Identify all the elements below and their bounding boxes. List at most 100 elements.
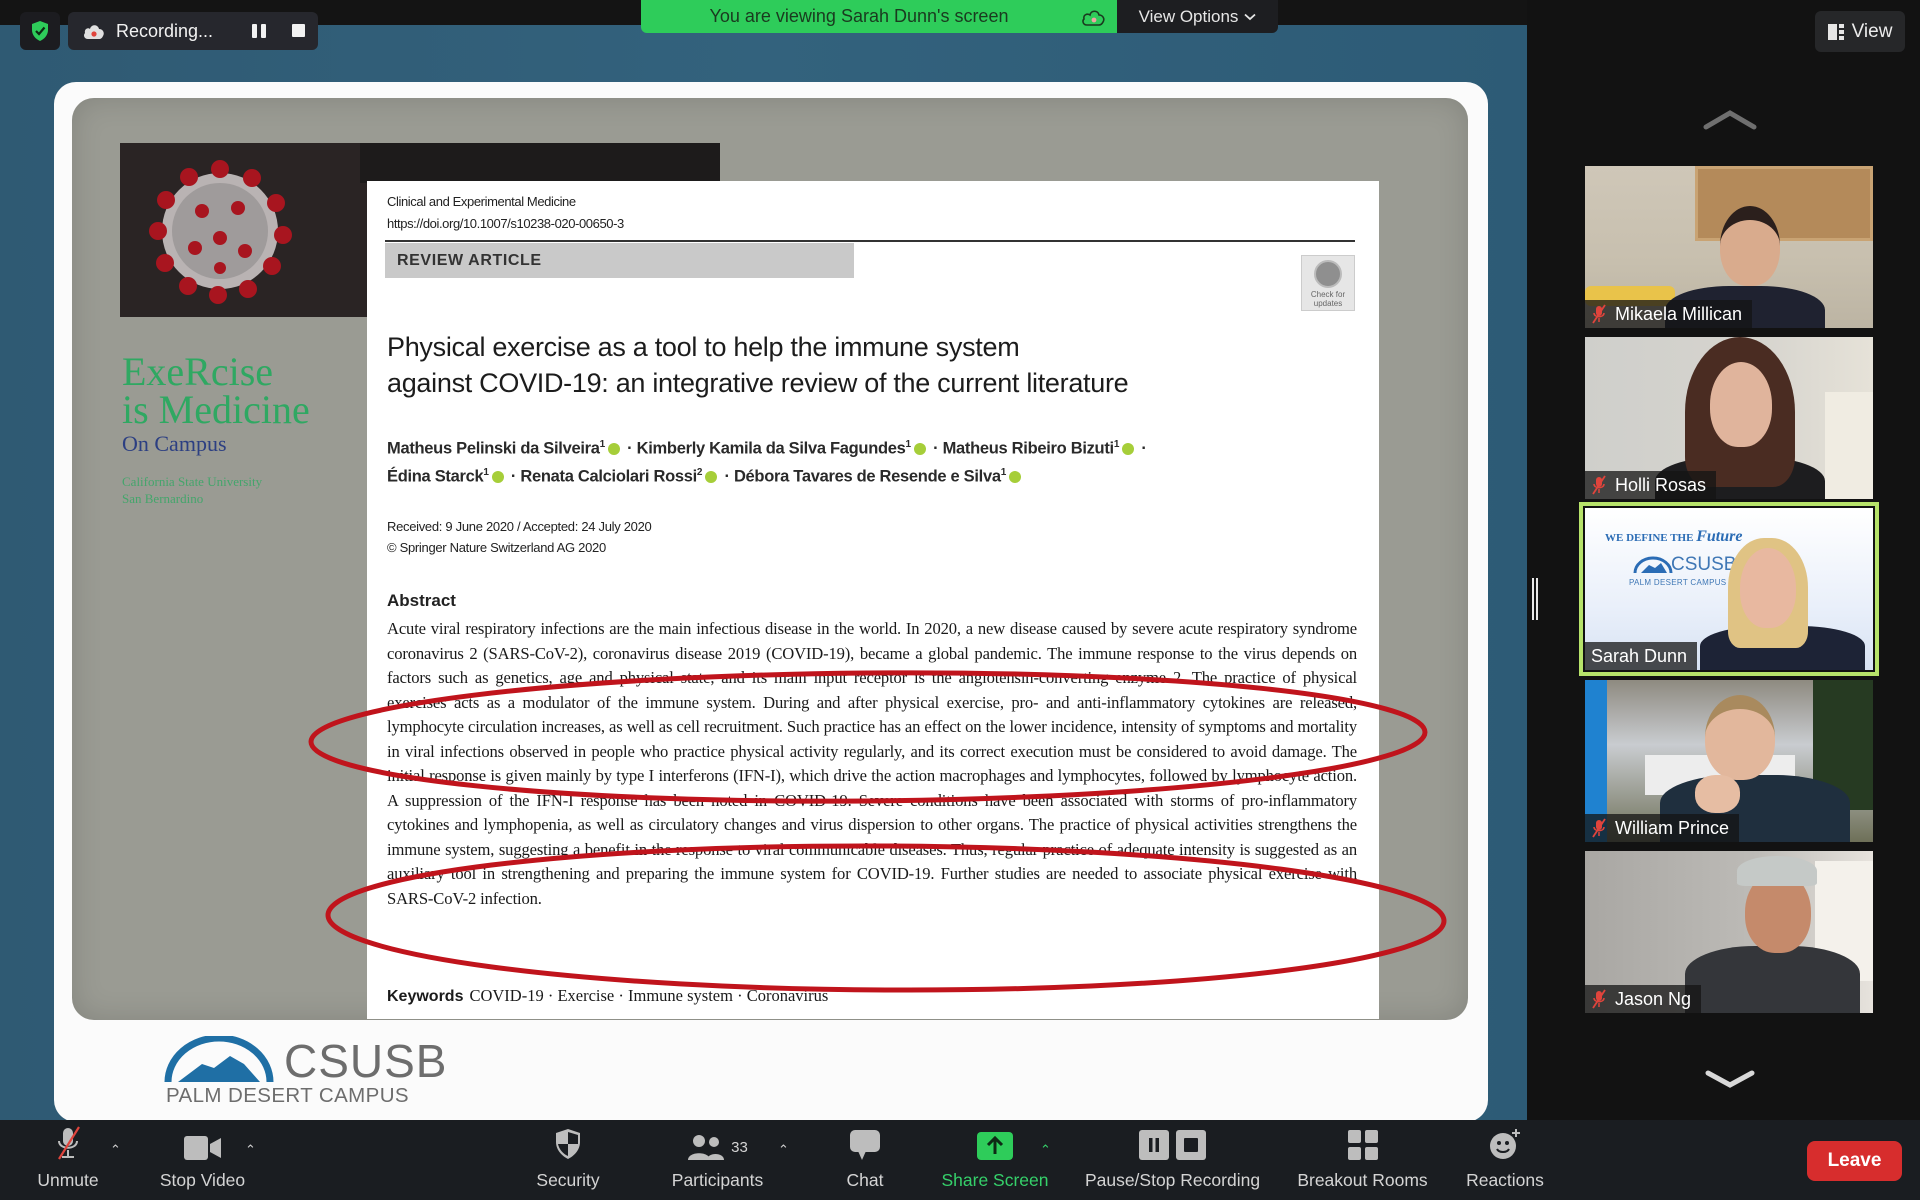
breakout-rooms-button[interactable]: Breakout Rooms [1290, 1120, 1435, 1200]
participant-tile[interactable]: Jason Ng [1585, 851, 1873, 1013]
pause-recording-button[interactable] [252, 24, 266, 38]
palm-desert-campus-text: PALM DESERT CAMPUS [166, 1084, 410, 1107]
copyright: © Springer Nature Switzerland AG 2020 [387, 540, 606, 555]
slide-content-area: ExeRcise is Medicine On Campus Californi… [72, 98, 1468, 1020]
keywords: Keywords COVID-19 · Exercise · Immune sys… [387, 986, 828, 1006]
security-shield-icon [556, 1129, 580, 1159]
video-options-caret[interactable]: ⌃ [245, 1142, 256, 1158]
encryption-shield-button[interactable] [20, 12, 60, 50]
view-options-label: View Options [1138, 6, 1239, 26]
participant-name-tag: William Prince [1585, 814, 1740, 842]
author-list: Matheus Pelinski da Silveira1 · Kimberly… [387, 439, 1147, 485]
stop-video-button[interactable]: Stop Video [150, 1120, 255, 1200]
participants-button[interactable]: 33 Participants [660, 1120, 775, 1200]
muted-mic-icon [1592, 989, 1606, 1009]
article-type-tag: REVIEW ARTICLE [385, 243, 854, 278]
scroll-down-chevron-icon[interactable] [1700, 1065, 1760, 1095]
chat-bubble-icon [850, 1130, 880, 1160]
check-updates-icon [1314, 260, 1342, 288]
future-text: Future [1696, 528, 1743, 545]
shield-check-icon [32, 21, 48, 41]
participants-options-caret[interactable]: ⌃ [778, 1142, 789, 1158]
presentation-slide: ExeRcise is Medicine On Campus Californi… [54, 82, 1488, 1122]
received-accepted: Received: 9 June 2020 / Accepted: 24 Jul… [387, 519, 652, 534]
muted-mic-icon [58, 1126, 80, 1160]
eim-subtitle: On Campus [122, 431, 227, 456]
reactions-button[interactable]: Reactions [1460, 1120, 1550, 1200]
paper-title: Physical exercise as a tool to help the … [387, 332, 1129, 398]
author: Matheus Pelinski da Silveira [387, 439, 600, 458]
orcid-icon [607, 443, 620, 456]
author: Kimberly Kamila da Silva Fagundes [636, 439, 906, 458]
chevron-down-icon [1244, 13, 1257, 20]
csusb-palm-desert-logo: CSUSB PALM DESERT CAMPUS [164, 1032, 446, 1107]
scroll-up-chevron-icon[interactable] [1700, 105, 1760, 135]
eim-university-line2: San Bernardino [122, 491, 204, 506]
doi-link: https://doi.org/10.1007/s10238-020-00650… [387, 216, 624, 231]
participant-tile[interactable]: Mikaela Millican [1585, 166, 1873, 328]
audio-options-caret[interactable]: ⌃ [110, 1142, 121, 1158]
breakout-rooms-label: Breakout Rooms [1297, 1170, 1428, 1190]
stop-recording-button[interactable] [292, 24, 305, 37]
author: Débora Tavares de Resende e Silva [733, 467, 1001, 485]
campus-background-text: PALM DESERT CAMPUS [1629, 578, 1727, 587]
view-options-dropdown[interactable]: View Options [1117, 0, 1278, 33]
video-camera-icon [183, 1136, 221, 1160]
publication-dates: Received: 9 June 2020 / Accepted: 24 Jul… [387, 516, 652, 558]
participant-name: William Prince [1615, 817, 1730, 838]
participants-icon [688, 1135, 725, 1160]
participant-tile[interactable]: Holli Rosas [1585, 337, 1873, 499]
unmute-label: Unmute [37, 1170, 99, 1190]
muted-mic-icon [1592, 818, 1606, 838]
participant-name: Holli Rosas [1615, 474, 1707, 495]
view-layout-button[interactable]: View [1815, 11, 1905, 52]
eim-title-line2: is Medicine [122, 387, 310, 432]
security-label: Security [536, 1170, 600, 1190]
participant-name-tag: Mikaela Millican [1585, 300, 1753, 328]
participants-label: Participants [671, 1170, 764, 1190]
unmute-button[interactable]: Unmute [28, 1120, 108, 1200]
pause-stop-icon [1138, 1130, 1206, 1160]
reactions-label: Reactions [1466, 1170, 1544, 1190]
participant-name-tag: Sarah Dunn [1585, 642, 1698, 670]
share-screen-label: Share Screen [941, 1170, 1049, 1190]
pause-stop-recording-button[interactable]: Pause/Stop Recording [1075, 1120, 1270, 1200]
viewing-screen-banner: You are viewing Sarah Dunn's screen [641, 0, 1117, 33]
virus-illustration [149, 160, 292, 304]
recording-label: Recording... [116, 20, 214, 41]
security-button[interactable]: Security [528, 1120, 608, 1200]
mountain-arch-icon [164, 1036, 274, 1083]
muted-mic-icon [1592, 475, 1606, 495]
keywords-list: COVID-19 · Exercise · Immune system · Co… [469, 986, 829, 1005]
participant-name-tag: Holli Rosas [1585, 471, 1717, 499]
share-screen-button[interactable]: Share Screen [935, 1120, 1055, 1200]
journal-name: Clinical and Experimental Medicine [387, 194, 576, 209]
csusb-background-logo: CSUSB [1671, 554, 1737, 575]
we-define-text: WE DEFINE THE [1605, 532, 1694, 544]
eim-title-line1: ExeRcise [122, 349, 274, 394]
csusb-mountain-icon [1633, 556, 1673, 574]
chat-label: Chat [846, 1170, 884, 1190]
muted-mic-icon [1592, 304, 1606, 324]
exercise-is-medicine-logo: ExeRcise is Medicine On Campus Californi… [122, 349, 352, 507]
pause-stop-recording-label: Pause/Stop Recording [1084, 1170, 1261, 1190]
emoji-reactions-icon [1490, 1129, 1520, 1159]
orcid-icon [1008, 470, 1021, 483]
cloud-recording-icon [1082, 10, 1105, 26]
keywords-label: Keywords [387, 988, 464, 1005]
orcid-icon [1122, 443, 1135, 456]
share-options-caret[interactable]: ⌃ [1040, 1142, 1051, 1158]
chat-button[interactable]: Chat [835, 1120, 895, 1200]
eim-university-line1: California State University [122, 474, 263, 489]
participant-tile[interactable]: William Prince [1585, 680, 1873, 842]
abstract-heading: Abstract [387, 591, 456, 610]
participant-tile-active-speaker[interactable]: WE DEFINE THE Future CSUSB PALM DESERT C… [1579, 502, 1879, 676]
participant-name: Jason Ng [1615, 988, 1692, 1009]
breakout-rooms-icon [1347, 1130, 1378, 1160]
author: Renata Calciolari Rossi [520, 467, 697, 485]
author: Matheus Ribeiro Bizuti [942, 439, 1115, 458]
panel-resize-handle[interactable] [1532, 578, 1538, 620]
orcid-icon [491, 470, 504, 483]
leave-meeting-button[interactable]: Leave [1807, 1141, 1902, 1181]
share-screen-icon [977, 1132, 1013, 1160]
